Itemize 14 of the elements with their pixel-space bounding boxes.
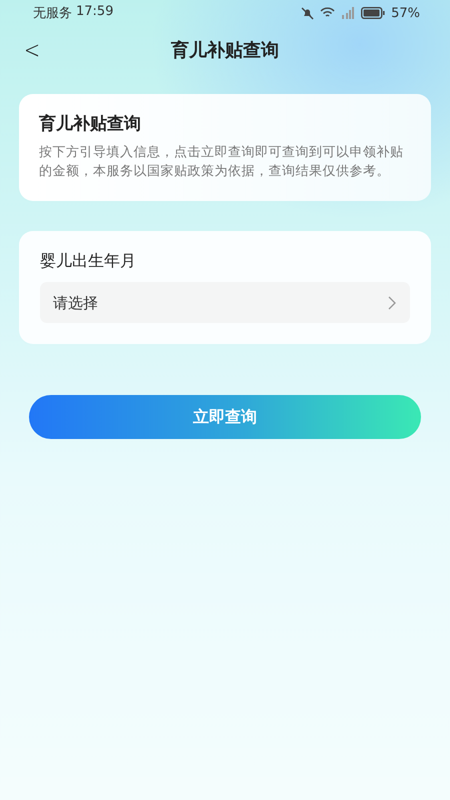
back-button[interactable]: < <box>20 36 44 64</box>
wifi-icon <box>320 7 336 19</box>
clock-time: 17:59 <box>76 4 114 21</box>
card-title: 育儿补贴查询 <box>39 113 142 135</box>
field-label: 婴儿出生年月 <box>40 251 137 272</box>
battery-icon <box>361 7 386 19</box>
page-title: 育儿补贴查询 <box>171 40 279 61</box>
date-select-field[interactable]: 请选择 <box>40 282 410 323</box>
card-description: 按下方引导填入信息，点击立即查询即可查询到可以申领补贴的金额，本服务以国家贴政策为依据，查询结果仅供参考。 <box>39 144 404 181</box>
carrier-text: 无服务 <box>33 5 72 22</box>
battery-percentage: 57% <box>391 6 420 20</box>
chevron-right-icon <box>388 296 396 310</box>
signal-icon <box>341 7 356 19</box>
mute-bell-icon <box>301 6 314 20</box>
